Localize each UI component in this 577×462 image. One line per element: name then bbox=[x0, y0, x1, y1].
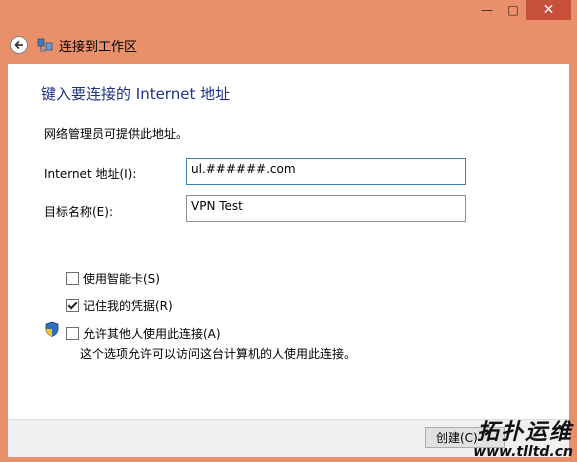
allow-others-note: 这个选项允许可以访问这台计算机的人使用此连接。 bbox=[80, 347, 357, 361]
dialog-title: 连接到工作区 bbox=[59, 39, 138, 55]
network-workplace-icon bbox=[37, 38, 53, 52]
allow-others-option[interactable]: 允许其他人使用此连接(A) bbox=[66, 325, 221, 342]
address-input[interactable]: ul.######.com bbox=[186, 158, 466, 185]
minimize-button[interactable]: — bbox=[474, 0, 500, 20]
content-panel: 键入要连接的 Internet 地址 网络管理员可提供此地址。 Internet… bbox=[8, 64, 569, 457]
smart-card-option[interactable]: 使用智能卡(S) bbox=[66, 270, 160, 287]
remember-credentials-checkbox[interactable] bbox=[66, 299, 79, 312]
watermark-logo: 拓扑运维 bbox=[476, 420, 573, 445]
back-button[interactable] bbox=[10, 36, 28, 54]
watermark: 拓扑运维 www.tlltd.cn bbox=[473, 420, 573, 461]
dialog-header: 连接到工作区 bbox=[0, 28, 577, 62]
allow-others-checkbox[interactable] bbox=[66, 327, 79, 340]
address-label: Internet 地址(I): bbox=[44, 167, 137, 181]
uac-shield-icon bbox=[45, 321, 59, 337]
back-arrow-icon bbox=[14, 40, 23, 50]
dialog-window: — □ ✕ 连接到工作区 键入要连接的 Internet 地址 网络管理员可提供… bbox=[0, 0, 577, 462]
remember-credentials-option[interactable]: 记住我的凭据(R) bbox=[66, 297, 173, 314]
allow-others-label: 允许其他人使用此连接(A) bbox=[83, 327, 221, 341]
page-heading: 键入要连接的 Internet 地址 bbox=[41, 85, 231, 103]
maximize-button[interactable]: □ bbox=[500, 0, 526, 20]
smart-card-label: 使用智能卡(S) bbox=[83, 272, 160, 286]
watermark-url: www.tlltd.cn bbox=[473, 444, 573, 460]
page-description: 网络管理员可提供此地址。 bbox=[44, 127, 189, 141]
name-label: 目标名称(E): bbox=[44, 205, 113, 219]
remember-credentials-label: 记住我的凭据(R) bbox=[83, 299, 173, 313]
window-controls: — □ ✕ bbox=[474, 0, 571, 22]
close-button[interactable]: ✕ bbox=[526, 0, 571, 20]
smart-card-checkbox[interactable] bbox=[66, 272, 79, 285]
name-input[interactable]: VPN Test bbox=[186, 195, 466, 222]
